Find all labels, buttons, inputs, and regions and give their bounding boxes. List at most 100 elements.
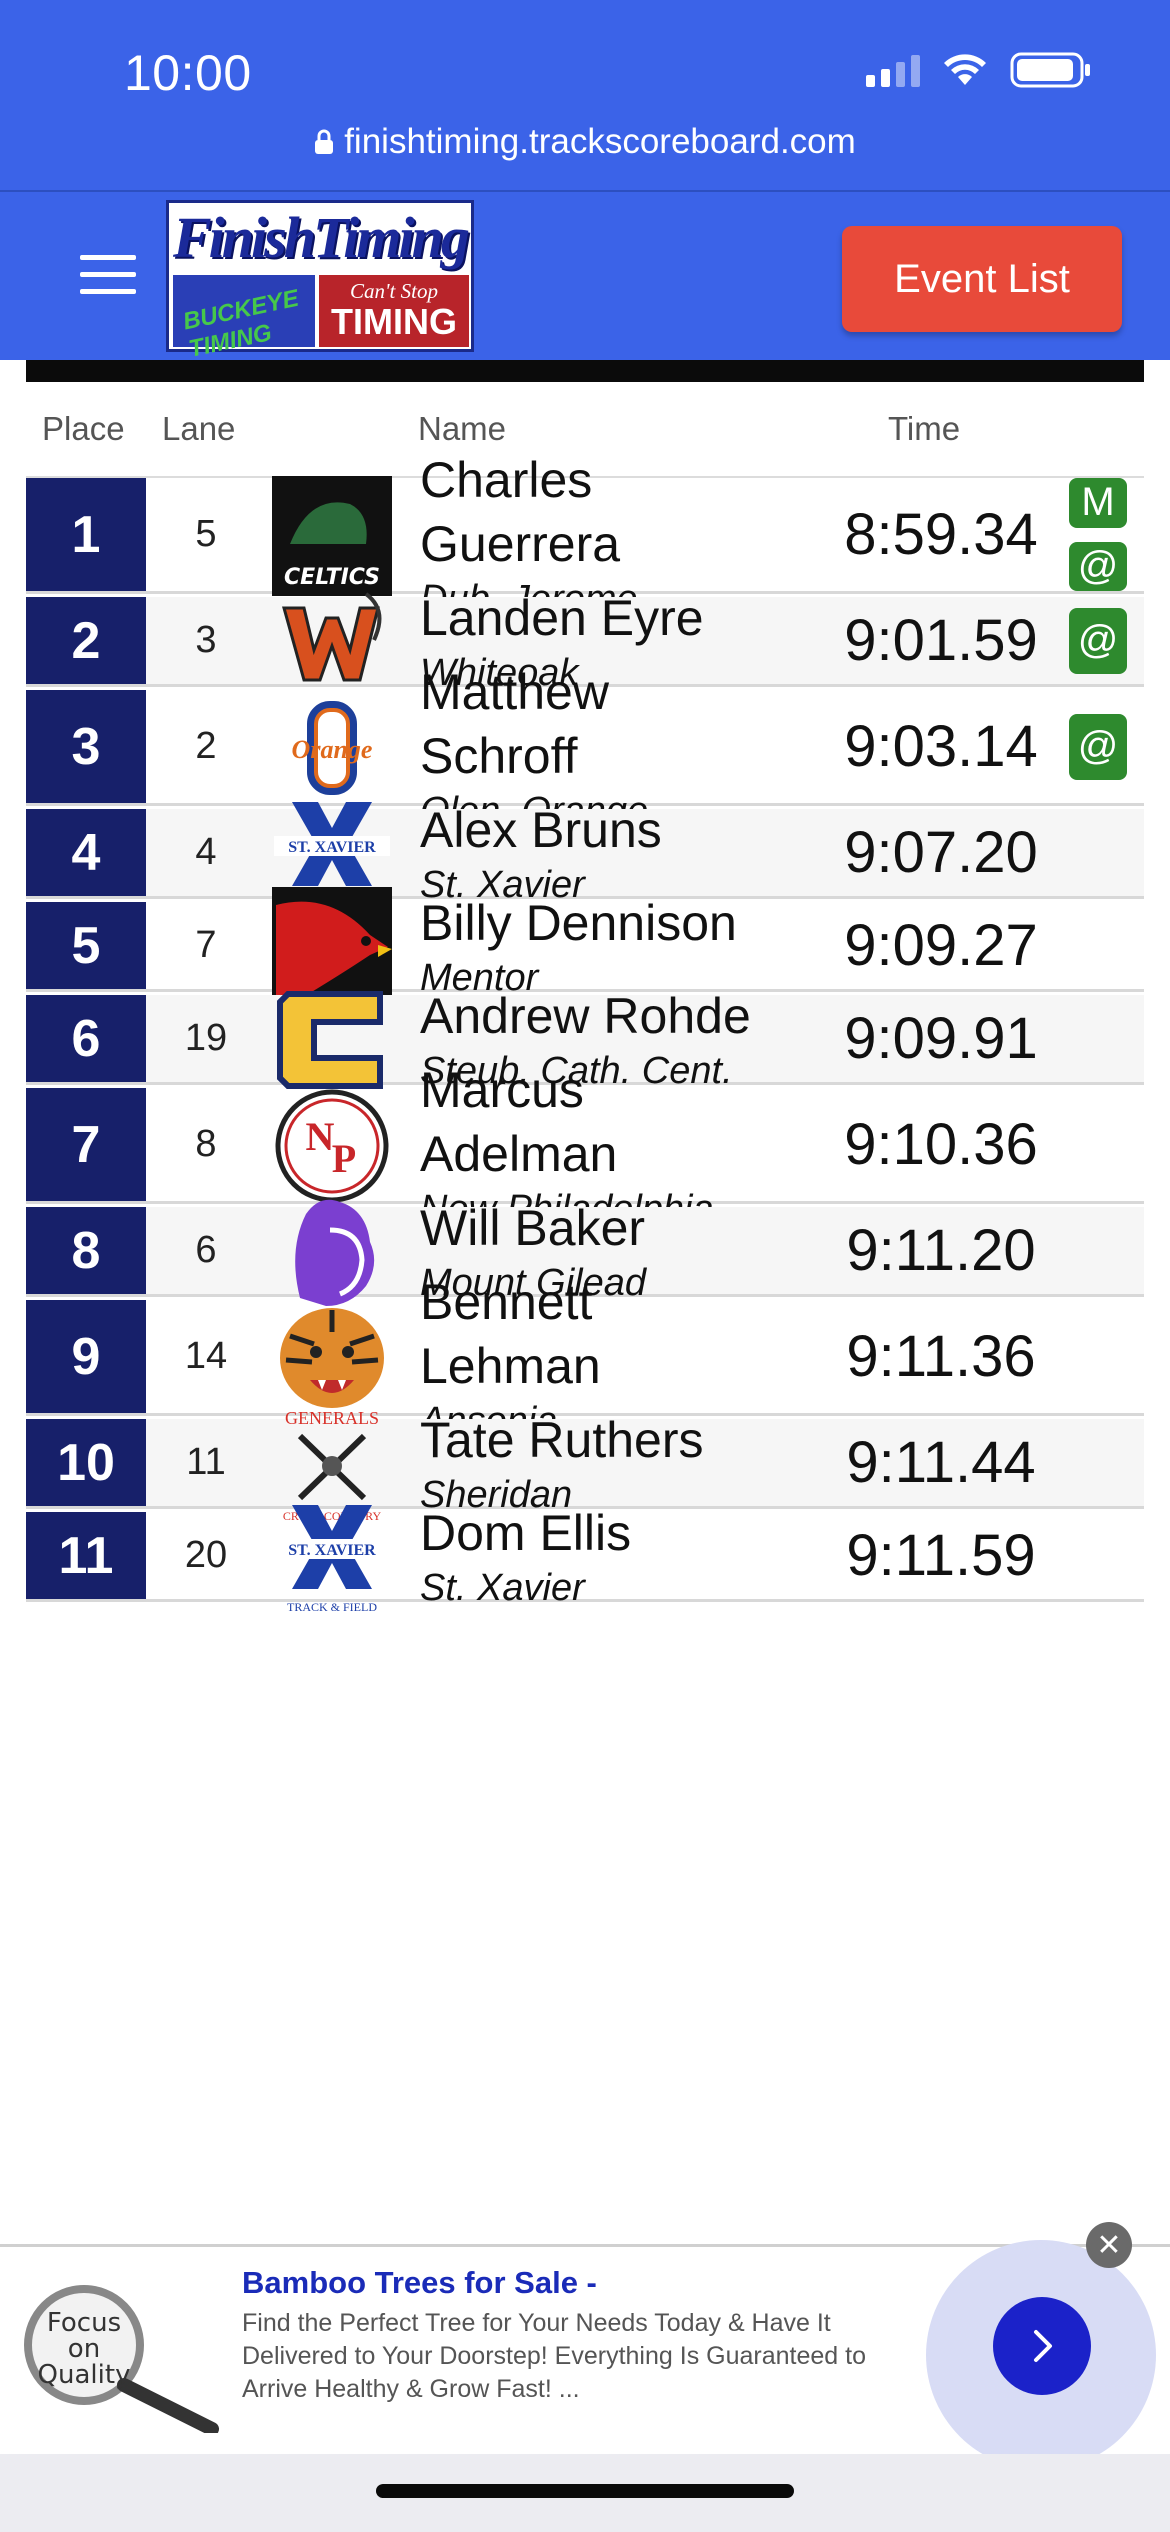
lane-cell: 6 [195, 1229, 217, 1271]
column-header-name: Name [418, 410, 507, 447]
athlete-name: Dom Ellis [420, 1504, 632, 1561]
wifi-icon [942, 53, 988, 87]
buckeye-timing-logo: BUCKEYE TIMING [173, 275, 315, 363]
badge-group [1066, 995, 1130, 1082]
place-cell: 7 [26, 1088, 146, 1201]
url-text: finishtiming.trackscoreboard.com [344, 122, 856, 161]
badge-group [1066, 809, 1130, 896]
place-cell: 9 [26, 1300, 146, 1413]
time-cell: 9:11.44 [846, 1430, 1036, 1495]
time-cell: 9:03.14 [844, 714, 1038, 779]
time-cell: 9:10.36 [844, 1112, 1038, 1177]
name-cell: Tate Ruthers Sheridan [420, 1412, 840, 1516]
column-header-lane: Lane [162, 410, 236, 447]
lane-cell: 2 [195, 725, 217, 767]
cellular-signal-icon [866, 53, 920, 87]
athlete-name: Andrew Rohde [420, 987, 751, 1044]
ad-title[interactable]: Bamboo Trees for Sale - [242, 2265, 597, 2301]
lock-icon [314, 124, 334, 164]
lane-cell: 20 [184, 1534, 228, 1576]
event-list-button[interactable]: Event List [842, 226, 1122, 332]
name-cell: Dom Ellis St. Xavier [420, 1505, 840, 1609]
table-row[interactable]: 32OrangeMatthewSchroffOlen. Orange9:03.1… [26, 664, 1144, 832]
svg-text:N: N [306, 1114, 335, 1159]
lane-cell: 8 [195, 1123, 217, 1165]
badge-group [1066, 902, 1130, 989]
name-cell: MarcusAdelmanNew Philadelphia [420, 1062, 840, 1230]
place-cell: 11 [26, 1512, 146, 1599]
time-cell: 8:59.34 [844, 502, 1038, 567]
badge-group [1066, 1088, 1130, 1201]
athlete-name: Marcus [420, 1061, 584, 1118]
place-cell: 2 [26, 597, 146, 684]
badge-group [1066, 1419, 1130, 1506]
lane-cell: 5 [195, 513, 217, 555]
badge-group [1066, 1300, 1130, 1413]
at-badge: @ [1069, 713, 1127, 780]
finishtiming-logo[interactable]: FinishTiming BUCKEYE TIMING Can't Stop T… [166, 200, 474, 363]
badge-group [1066, 1207, 1130, 1294]
time-cell: 9:11.59 [846, 1523, 1036, 1588]
name-cell: Billy Dennison Mentor [420, 895, 840, 999]
battery-icon [1010, 52, 1092, 88]
lane-cell: 3 [195, 619, 217, 661]
place-cell: 6 [26, 995, 146, 1082]
athlete-name: Matthew [420, 663, 609, 720]
st-xavier-logo: ST. XAVIER TRACK & FIELD [270, 1495, 394, 1619]
time-cell: 9:11.36 [846, 1324, 1036, 1389]
athlete-name: Adelman [420, 1125, 618, 1182]
menu-icon[interactable] [80, 255, 136, 295]
ad-close-icon[interactable]: ✕ [1086, 2222, 1132, 2268]
svg-text:ST. XAVIER: ST. XAVIER [288, 1542, 376, 1559]
place-cell: 8 [26, 1207, 146, 1294]
status-time: 10:00 [124, 45, 252, 101]
table-row[interactable]: 11 20 ST. XAVIER TRACK & FIELD Dom Ellis St. … [26, 1505, 1144, 1614]
name-cell: BennettLehmanAnsonia [420, 1274, 840, 1442]
place-cell: 5 [26, 902, 146, 989]
table-row[interactable]: 78NPMarcusAdelmanNew Philadelphia9:10.36 [26, 1062, 1144, 1230]
place-cell: 1 [26, 478, 146, 591]
table-row[interactable]: 5 7 Billy Dennison Mentor 9:09.27 [26, 887, 1144, 1007]
svg-text:Quality: Quality [38, 2360, 131, 2390]
cant-stop-timing-logo: Can't Stop TIMING [319, 275, 469, 347]
athlete-name: Lehman [420, 1337, 601, 1394]
url-bar[interactable]: finishtiming.trackscoreboard.com [0, 122, 1170, 164]
table-row[interactable]: 10 11 GENERALS CROSS COUNTRY Tate Ruthers She… [26, 1408, 1144, 1523]
lane-cell: 19 [184, 1017, 228, 1059]
column-header-place: Place [42, 410, 125, 447]
svg-text:Orange: Orange [292, 735, 373, 764]
athlete-name: Charles [420, 451, 593, 508]
ad-arrow-button[interactable] [993, 2297, 1091, 2395]
lane-cell: 4 [195, 831, 217, 873]
school-name: St. Xavier [420, 1566, 585, 1609]
badge-group: @ [1066, 597, 1130, 684]
at-badge: @ [1069, 541, 1127, 591]
athlete-name: Bennett [420, 1273, 593, 1330]
name-cell: CharlesGuerreraDub. Jerome [420, 452, 840, 620]
table-row[interactable]: 914BennettLehmanAnsonia9:11.36 [26, 1274, 1144, 1442]
lane-cell: 14 [184, 1335, 228, 1377]
at-badge: @ [1069, 607, 1127, 674]
athlete-name: Schroff [420, 727, 578, 784]
app-frame: 10:00 finishtiming.trackscoreboard.com F… [0, 0, 1170, 2532]
athlete-name: Tate Ruthers [420, 1411, 704, 1468]
name-cell: Alex Bruns St. Xavier [420, 802, 840, 906]
lane-cell: 11 [186, 1441, 226, 1483]
time-cell: 9:01.59 [844, 608, 1038, 673]
place-cell: 3 [26, 690, 146, 803]
lane-cell: 7 [195, 924, 217, 966]
table-row[interactable]: 15CELTICSCharlesGuerreraDub. Jerome8:59.… [26, 452, 1144, 620]
home-indicator[interactable] [376, 2484, 794, 2498]
svg-text:TRACK & FIELD: TRACK & FIELD [287, 1600, 377, 1614]
place-cell: 10 [26, 1419, 146, 1506]
status-icons [866, 52, 1092, 88]
athlete-name: Guerrera [420, 515, 621, 572]
athlete-name: Will Baker [420, 1199, 646, 1256]
table-row[interactable]: 44ST. XAVIERTRACK & FIELDAlex BrunsSt. X… [26, 802, 1144, 911]
column-header-time: Time [888, 410, 961, 447]
svg-text:GENERALS: GENERALS [285, 1408, 379, 1428]
time-cell: 9:11.20 [846, 1218, 1036, 1283]
time-cell: 9:07.20 [844, 820, 1038, 885]
ad-body: Find the Perfect Tree for Your Needs Tod… [242, 2309, 866, 2403]
badge-group: M @ [1066, 478, 1130, 591]
